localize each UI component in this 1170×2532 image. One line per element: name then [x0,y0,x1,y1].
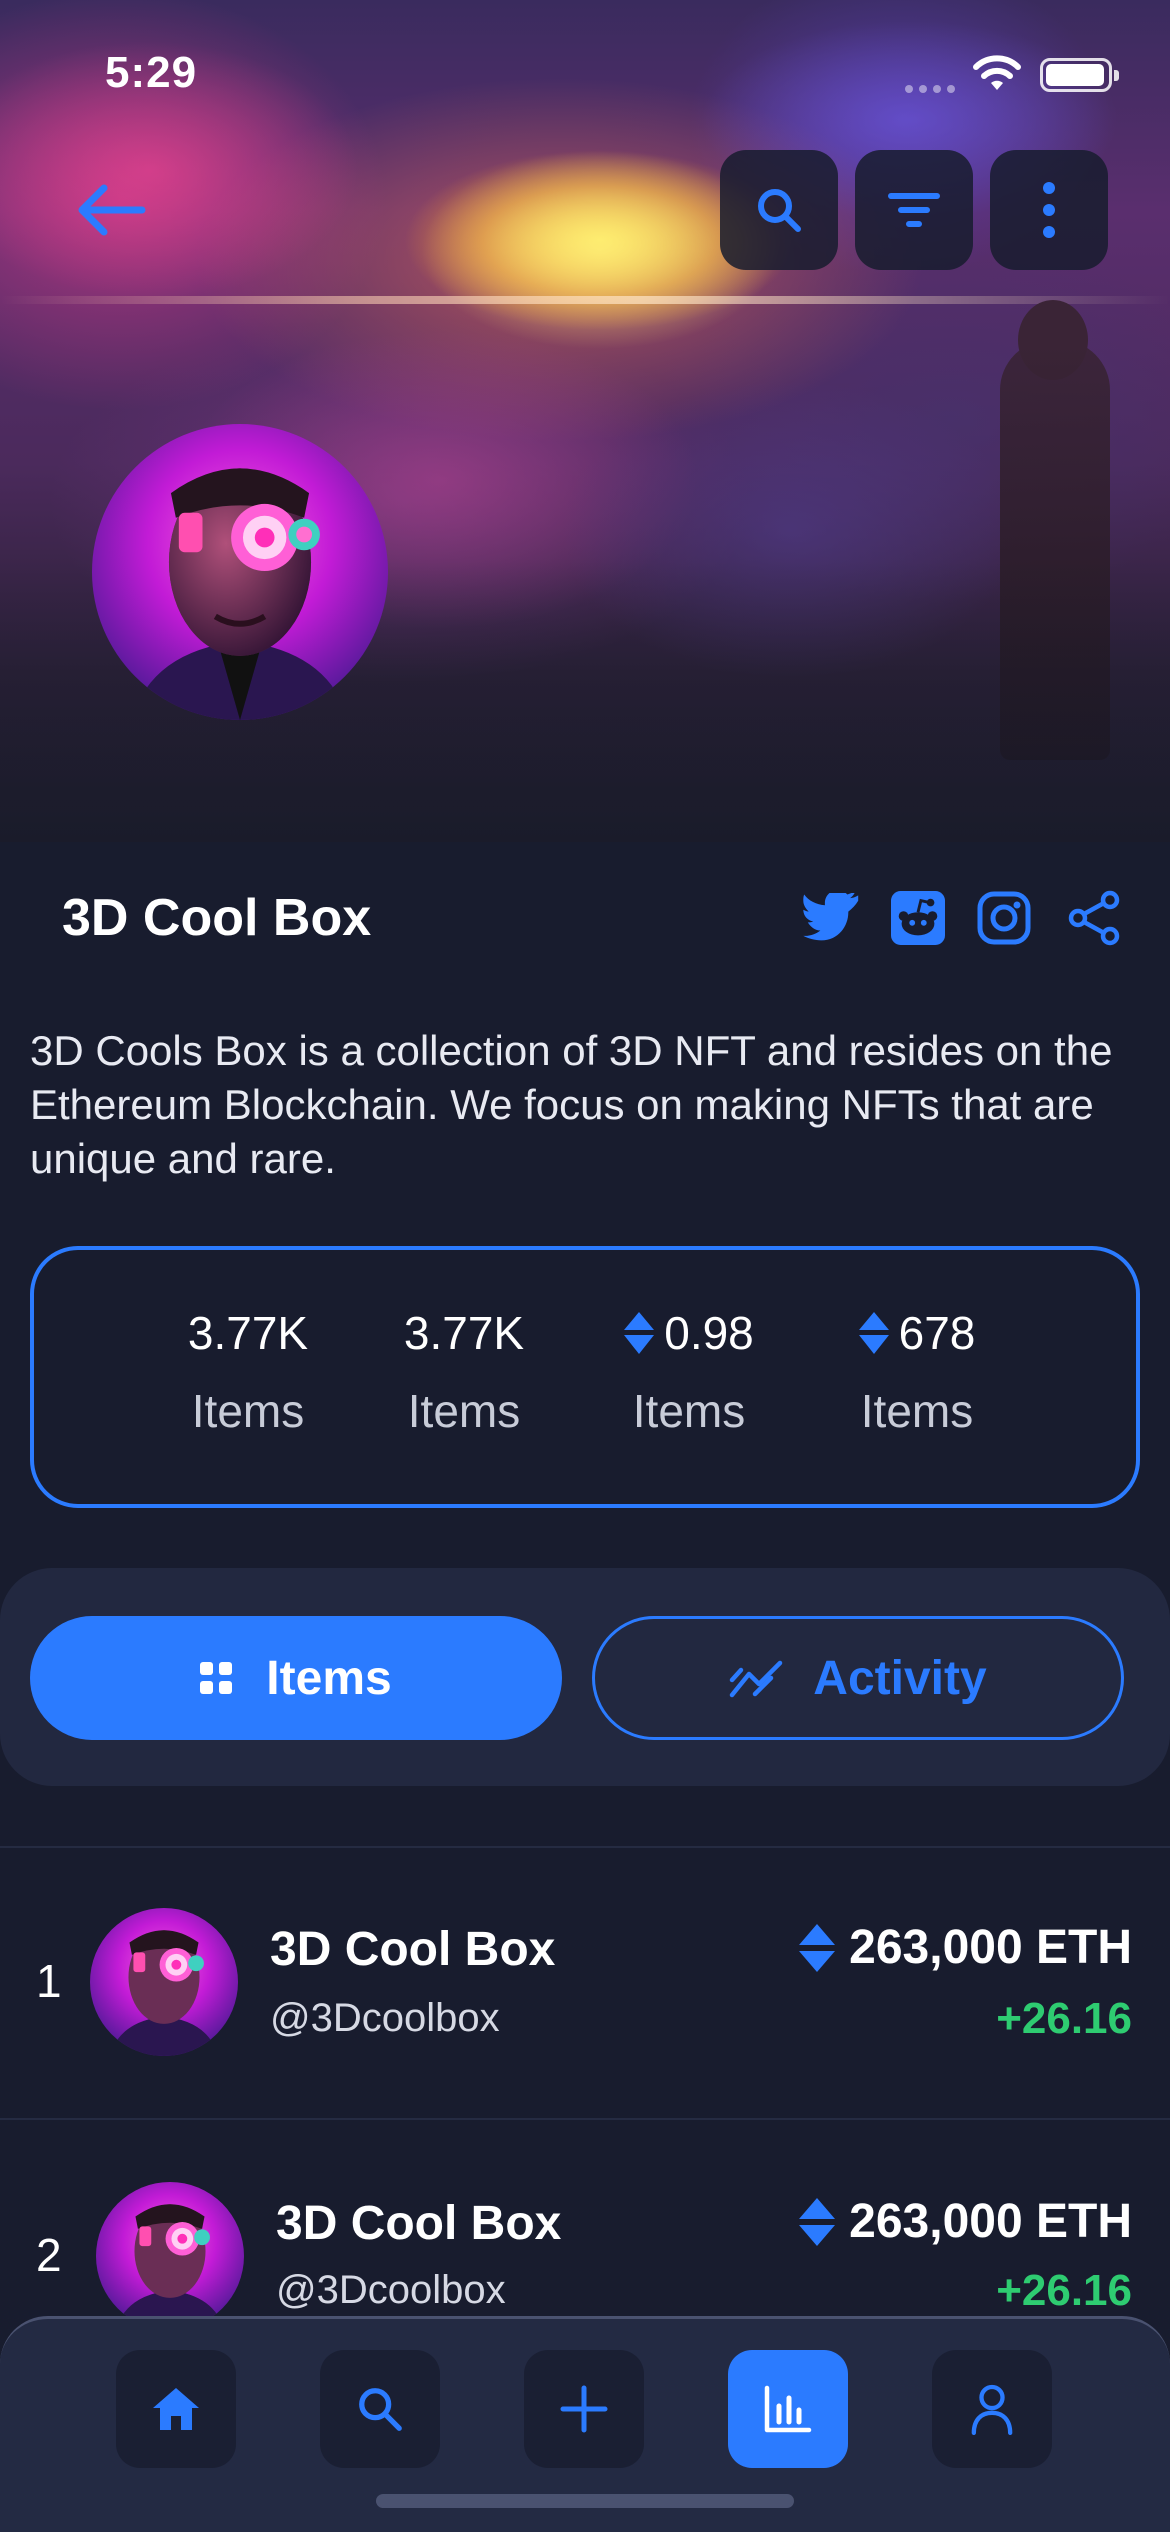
reddit-button[interactable] [888,888,948,948]
twitter-icon [803,893,859,941]
tab-activity-label: Activity [813,1651,987,1705]
grid-icon [200,1662,233,1694]
row-avatar[interactable] [96,2182,244,2330]
row-price: 263,000 ETH [799,1920,1132,1975]
divider [0,2118,1170,2120]
home-icon [153,2388,199,2430]
divider [0,1846,1170,1848]
cover-banner [0,0,1170,842]
bar-chart-icon [764,2385,812,2433]
tab-items-label: Items [266,1651,392,1705]
instagram-button[interactable] [974,888,1034,948]
search-button[interactable] [720,150,838,270]
nav-search[interactable] [320,2350,440,2468]
more-options-button[interactable] [990,150,1108,270]
collection-description: 3D Cools Box is a collection of 3D NFT a… [30,1027,1113,1182]
collection-avatar [92,424,388,720]
row-change: +26.16 [996,2266,1132,2315]
stat-owners: 3.77K Items [384,1306,544,1438]
stat-value: 3.77K [187,1307,309,1359]
row-change: +26.16 [996,1994,1132,2043]
row-rank: 1 [36,1955,62,2007]
nav-stats[interactable] [728,2350,848,2468]
ethereum-icon [858,1312,889,1354]
row-name[interactable]: 3D Cool Box [270,1922,555,1977]
stat-label: Items [860,1385,974,1437]
stat-floor-price: 0.98 Items [604,1306,774,1438]
wifi-icon [970,54,1024,94]
activity-chart-icon [730,1660,783,1698]
more-vertical-icon [1043,182,1055,238]
share-icon [1068,890,1120,946]
row-price: 263,000 ETH [799,2194,1132,2249]
ethereum-icon [799,1923,836,1972]
nav-create[interactable] [524,2350,644,2468]
row-avatar[interactable] [90,1908,238,2056]
nav-home[interactable] [116,2350,236,2468]
ethereum-icon [624,1312,655,1354]
arrow-left-icon [78,184,146,236]
home-indicator [376,2494,794,2508]
stat-value: 3.77K [403,1307,525,1359]
stat-value: 0.98 [664,1307,754,1359]
twitter-button[interactable] [802,888,862,948]
filter-button[interactable] [855,150,973,270]
row-price-value: 263,000 ETH [849,2195,1132,2248]
stat-label: Items [632,1385,746,1437]
back-button[interactable] [60,170,160,250]
row-name[interactable]: 3D Cool Box [276,2196,561,2251]
instagram-icon [977,891,1031,945]
signal-icon [905,80,965,93]
tab-items[interactable]: Items [30,1616,562,1740]
row-price-value: 263,000 ETH [849,1921,1132,1974]
search-icon [758,189,801,232]
battery-icon [1040,58,1119,92]
tab-activity[interactable]: Activity [592,1616,1124,1740]
stat-volume: 678 Items [842,1306,992,1438]
row-handle: @3Dcoolbox [270,1996,500,2040]
search-icon [359,2388,402,2431]
row-handle: @3Dcoolbox [276,2268,506,2312]
share-button[interactable] [1064,888,1124,948]
status-time: 5:29 [105,48,198,97]
collection-title: 3D Cool Box [62,889,372,947]
reddit-icon [891,891,945,945]
row-rank: 2 [36,2229,62,2281]
plus-icon [560,2385,608,2433]
ethereum-icon [799,2197,836,2246]
user-icon [971,2384,1013,2435]
stat-items: 3.77K Items [168,1306,328,1438]
nav-profile[interactable] [932,2350,1052,2468]
stat-value: 678 [898,1307,976,1359]
stat-label: Items [407,1385,521,1437]
stat-label: Items [191,1385,305,1437]
filter-icon [888,193,940,227]
